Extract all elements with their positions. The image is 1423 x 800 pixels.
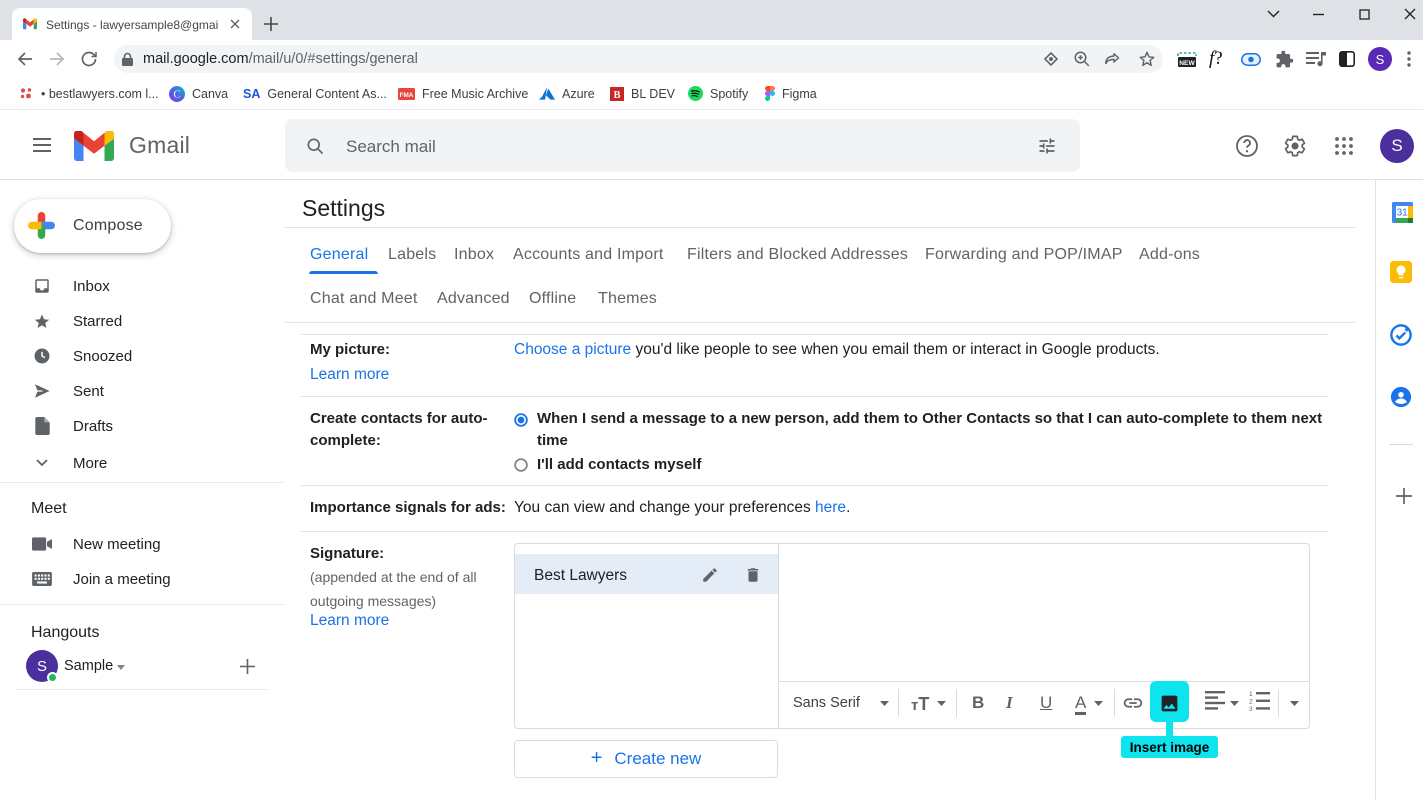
svg-text:3: 3 bbox=[1249, 706, 1253, 711]
svg-text:B: B bbox=[613, 90, 620, 101]
svg-text:C: C bbox=[173, 89, 180, 100]
svg-text:FMA: FMA bbox=[400, 91, 414, 98]
svg-text:1: 1 bbox=[1249, 691, 1253, 698]
svg-text:31: 31 bbox=[1397, 208, 1409, 219]
svg-text:NEW: NEW bbox=[1179, 60, 1195, 67]
svg-text:2: 2 bbox=[1249, 699, 1253, 706]
